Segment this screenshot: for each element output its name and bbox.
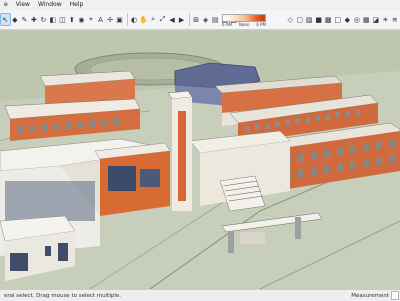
layout-button[interactable]: ▦	[362, 14, 371, 25]
shadow-time-label-noon: Noon	[238, 22, 250, 27]
hidden-line-style-icon: ▧	[305, 15, 313, 24]
textured-style-button[interactable]: ▩	[324, 14, 333, 25]
components-icon: ◆	[344, 15, 350, 24]
monochrome-style-button[interactable]: □	[333, 14, 342, 25]
paint-bucket-icon: ▣	[116, 15, 123, 24]
previous-view-button[interactable]: ◀	[168, 14, 177, 25]
shadows-icon: ☀	[382, 15, 389, 24]
shadow-time-labels: 6 AM Noon 6 PM	[222, 22, 266, 27]
orbit-tool-icon: ◐	[130, 15, 138, 24]
offset-tool-button[interactable]: ◫	[58, 14, 67, 25]
menu-item-window[interactable]: Window	[34, 0, 66, 10]
scale-tool-icon: ◧	[49, 15, 57, 24]
line-tool-button[interactable]: ✎	[20, 14, 29, 25]
next-view-button[interactable]: ▶	[177, 14, 186, 25]
3d-model-scene	[0, 31, 400, 289]
follow-me-tool-icon: ◉	[78, 15, 85, 24]
iso-view-icon: ◈	[202, 15, 209, 24]
push-pull-tool-button[interactable]: ⬆	[68, 14, 77, 25]
follow-me-tool-button[interactable]: ◉	[77, 14, 86, 25]
rotate-tool-button[interactable]: ↻	[39, 14, 48, 25]
sections-icon: ◪	[372, 15, 380, 24]
text-tool-button[interactable]: A	[96, 14, 105, 25]
zoom-tool-icon: ⌕	[151, 15, 156, 23]
model-viewport[interactable]	[0, 31, 400, 289]
hidden-line-style-button[interactable]: ▧	[305, 14, 314, 25]
axes-tool-button[interactable]: ✢	[106, 14, 115, 25]
axes-tool-icon: ✢	[107, 15, 113, 24]
paint-bucket-button[interactable]: ▣	[115, 14, 124, 25]
shadow-time-label-morning: 6 AM	[222, 22, 233, 27]
extension-warehouse-icon: ◎	[353, 15, 360, 24]
select-tool-button[interactable]: ↖	[0, 13, 11, 26]
extension-warehouse-button[interactable]: ◎	[352, 14, 361, 25]
shadow-time-gradient[interactable]	[222, 14, 266, 22]
fog-button[interactable]: ≋	[390, 14, 399, 25]
eraser-tool-button[interactable]: ◆	[11, 14, 20, 25]
scale-tool-button[interactable]: ◧	[49, 14, 58, 25]
shadow-time-slider[interactable]: 6 AM Noon 6 PM	[222, 14, 266, 27]
move-tool-icon: ✚	[30, 15, 37, 24]
shaded-style-button[interactable]: ■	[314, 14, 323, 25]
layout-icon: ▦	[362, 15, 370, 24]
move-tool-button[interactable]: ✚	[30, 14, 39, 25]
main-toolbar: ↖◆✎✚↻◧◫⬆◉⌖A✢▣◐✋⌕⤢◀▶⊞◈▤▥▦◇▢▧■▩□◆◎▦◪☀≋	[0, 10, 400, 30]
measurements-label: Measurement	[351, 292, 389, 299]
previous-view-icon: ◀	[169, 15, 175, 24]
sections-button[interactable]: ◪	[371, 14, 380, 25]
status-bar: eral select. Drag mouse to select multip…	[0, 289, 400, 301]
select-tool-icon: ↖	[2, 15, 9, 24]
tape-measure-icon: ⌖	[89, 15, 93, 23]
shadows-button[interactable]: ☀	[381, 14, 390, 25]
rotate-tool-icon: ↻	[40, 15, 47, 24]
offset-tool-icon: ◫	[59, 15, 66, 24]
pan-tool-icon: ✋	[139, 15, 148, 24]
textured-style-icon: ▩	[324, 15, 332, 24]
monochrome-style-icon: □	[334, 15, 342, 24]
menu-item-edit[interactable]: e	[0, 0, 12, 10]
shaded-style-icon: ■	[315, 15, 323, 24]
text-tool-icon: A	[98, 15, 103, 24]
iso-view-button[interactable]: ◈	[201, 14, 210, 25]
toolbar-separator	[126, 13, 128, 26]
xray-style-icon: ◇	[287, 15, 293, 24]
measurements-box: Measurement	[351, 290, 399, 301]
pan-tool-button[interactable]: ✋	[139, 14, 148, 25]
wireframe-style-icon: ▢	[296, 15, 303, 24]
push-pull-tool-icon: ⬆	[69, 15, 75, 24]
zoom-extents-icon: ⤢	[159, 15, 166, 23]
zoom-extents-button[interactable]: ⤢	[158, 14, 167, 25]
front-view-icon: ▤	[211, 15, 219, 24]
eraser-tool-icon: ◆	[12, 15, 18, 24]
shadow-time-label-evening: 6 PM	[256, 22, 266, 27]
tape-measure-button[interactable]: ⌖	[87, 14, 96, 25]
measurements-input[interactable]	[391, 291, 399, 300]
toolbar-separator	[188, 13, 190, 26]
menu-item-help[interactable]: Help	[66, 0, 88, 10]
wireframe-style-button[interactable]: ▢	[295, 14, 304, 25]
status-hint-text: eral select. Drag mouse to select multip…	[4, 292, 122, 299]
top-view-icon: ⊞	[193, 15, 200, 24]
orbit-tool-button[interactable]: ◐	[130, 14, 139, 25]
menu-item-view[interactable]: View	[12, 0, 34, 10]
fog-icon: ≋	[391, 15, 398, 24]
xray-style-button[interactable]: ◇	[286, 14, 295, 25]
components-button[interactable]: ◆	[343, 14, 352, 25]
front-view-button[interactable]: ▤	[211, 14, 220, 25]
line-tool-icon: ✎	[21, 15, 28, 24]
zoom-tool-button[interactable]: ⌕	[149, 14, 158, 25]
top-view-button[interactable]: ⊞	[192, 14, 201, 25]
next-view-icon: ▶	[178, 15, 185, 24]
